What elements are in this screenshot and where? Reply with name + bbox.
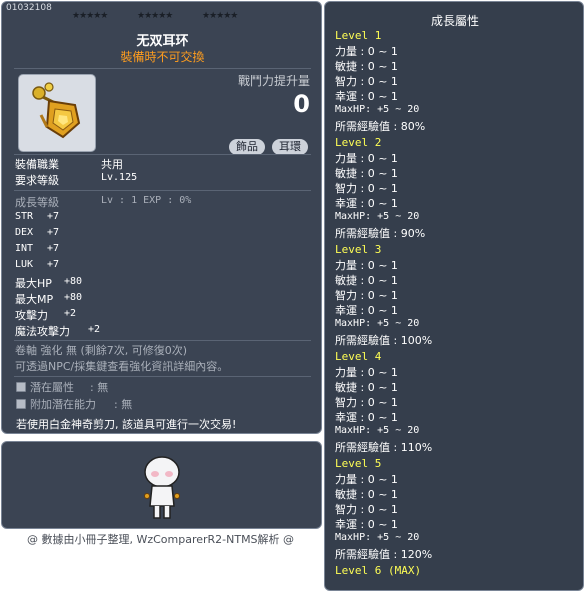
stat-label: STR xyxy=(15,211,34,222)
earring-icon xyxy=(32,82,81,139)
character-preview-panel xyxy=(1,441,322,529)
growth-exp: 所需經驗值 : 110% xyxy=(335,441,433,454)
item-icon-box xyxy=(18,74,96,152)
divider xyxy=(14,154,311,155)
stat-label: DEX xyxy=(15,227,34,238)
growth-stat: 幸運 : 0 ~ 1 xyxy=(335,90,398,103)
growth-exp: 所需經驗值 : 80% xyxy=(335,120,426,133)
level-heading: Level 5 xyxy=(335,457,382,470)
potential-checkbox xyxy=(16,382,26,392)
stat-label: LUK xyxy=(15,259,34,270)
level-heading: Level 2 xyxy=(335,136,382,149)
growth-stat: 敏捷 : 0 ~ 1 xyxy=(335,60,398,73)
enhancement-info: 卷軸 強化 無 (剩餘7次, 可修復0次) xyxy=(15,344,188,357)
stat-value: +7 xyxy=(47,227,60,238)
item-tooltip-panel: 01032108 ★★★★★ ★★★★★ ★★★★★ 无双耳环 裝備時不可交換 … xyxy=(1,1,322,434)
stat-value: +7 xyxy=(47,259,60,270)
item-id: 01032108 xyxy=(6,3,52,13)
growth-stat: 敏捷 : 0 ~ 1 xyxy=(335,381,398,394)
growth-exp: 所需經驗值 : 120% xyxy=(335,548,433,561)
star-group-2: ★★★★★ xyxy=(137,11,173,21)
divider xyxy=(14,340,311,341)
growth-stat: 智力 : 0 ~ 1 xyxy=(335,182,398,195)
stat-value: +7 xyxy=(47,243,60,254)
stat-label: 魔法攻擊力 xyxy=(15,325,70,338)
growth-stat: 敏捷 : 0 ~ 1 xyxy=(335,274,398,287)
growth-stat: 敏捷 : 0 ~ 1 xyxy=(335,167,398,180)
growth-stat: 智力 : 0 ~ 1 xyxy=(335,396,398,409)
untradeable-note: 裝備時不可交換 xyxy=(120,50,205,64)
potential-value: : 無 xyxy=(90,381,109,394)
req-level-value: Lv.125 xyxy=(101,172,138,183)
character-avatar xyxy=(144,456,180,519)
divider xyxy=(14,68,311,69)
growth-stat: 力量 : 0 ~ 1 xyxy=(335,259,398,272)
level-heading: Level 1 xyxy=(335,29,382,42)
stat-value: +2 xyxy=(64,308,77,319)
enhancement-hint: 可透過NPC/採集鍵查看強化資訊詳細內容。 xyxy=(15,360,229,373)
growth-maxhp: MaxHP: +5 ~ 20 xyxy=(335,425,420,436)
stat-label: INT xyxy=(15,243,34,254)
potential-label: 潛在屬性 xyxy=(30,381,74,394)
stat-label: 攻擊力 xyxy=(15,309,48,322)
stat-label: 最大HP xyxy=(15,277,52,290)
growth-maxhp: MaxHP: +5 ~ 20 xyxy=(335,211,420,222)
star-group-3: ★★★★★ xyxy=(202,11,238,21)
growth-maxhp: MaxHP: +5 ~ 20 xyxy=(335,318,420,329)
additional-potential-value: : 無 xyxy=(114,398,133,411)
growth-stat: 力量 : 0 ~ 1 xyxy=(335,152,398,165)
level-heading: Level 3 xyxy=(335,243,382,256)
growth-stat: 幸運 : 0 ~ 1 xyxy=(335,411,398,424)
req-job-value: 共用 xyxy=(101,158,123,171)
growth-stat: 幸運 : 0 ~ 1 xyxy=(335,197,398,210)
credit-text: @ 數據由小冊子整理, WzComparerR2-NTMS解析 @ xyxy=(26,533,295,546)
growth-maxhp: MaxHP: +5 ~ 20 xyxy=(335,104,420,115)
tag-category: 飾品 xyxy=(229,139,265,155)
growth-exp: 所需經驗值 : 100% xyxy=(335,334,433,347)
growth-level-label: 成長等級 xyxy=(15,196,59,209)
req-level-label: 要求等級 xyxy=(15,174,59,187)
combat-power-value: 0 xyxy=(293,90,310,118)
growth-stat: 幸運 : 0 ~ 1 xyxy=(335,518,398,531)
stat-value: +80 xyxy=(64,276,83,287)
req-job-label: 裝備職業 xyxy=(15,158,59,171)
growth-stat: 幸運 : 0 ~ 1 xyxy=(335,304,398,317)
growth-stat: 智力 : 0 ~ 1 xyxy=(335,75,398,88)
star-group-1: ★★★★★ xyxy=(72,11,108,21)
stat-label: 最大MP xyxy=(15,293,54,306)
level-heading-max: Level 6 (MAX) xyxy=(335,564,422,577)
additional-potential-label: 附加潛在能力 xyxy=(30,398,96,411)
combat-power-label: 戰鬥力提升量 xyxy=(237,74,310,88)
growth-stat: 力量 : 0 ~ 1 xyxy=(335,366,398,379)
growth-attributes-panel: 成長屬性 Level 1 力量 : 0 ~ 1 敏捷 : 0 ~ 1 智力 : … xyxy=(324,1,584,591)
divider xyxy=(14,376,311,377)
growth-stat: 智力 : 0 ~ 1 xyxy=(335,503,398,516)
stat-value: +7 xyxy=(47,211,60,222)
stat-value: +2 xyxy=(88,324,101,335)
divider xyxy=(14,190,311,191)
scissors-note: 若使用白金神奇剪刀, 該道具可進行一次交易! xyxy=(16,418,237,431)
tag-subcategory: 耳環 xyxy=(272,139,308,155)
growth-title: 成長屬性 xyxy=(430,14,479,28)
additional-potential-checkbox xyxy=(16,399,26,409)
growth-exp: 所需經驗值 : 90% xyxy=(335,227,426,240)
growth-stat: 智力 : 0 ~ 1 xyxy=(335,289,398,302)
growth-stat: 力量 : 0 ~ 1 xyxy=(335,473,398,486)
growth-level-value: Lv : 1 EXP : 0% xyxy=(101,195,192,206)
growth-stat: 力量 : 0 ~ 1 xyxy=(335,45,398,58)
stat-value: +80 xyxy=(64,292,83,303)
growth-maxhp: MaxHP: +5 ~ 20 xyxy=(335,532,420,543)
item-name: 无双耳环 xyxy=(136,34,189,49)
level-heading: Level 4 xyxy=(335,350,382,363)
growth-stat: 敏捷 : 0 ~ 1 xyxy=(335,488,398,501)
